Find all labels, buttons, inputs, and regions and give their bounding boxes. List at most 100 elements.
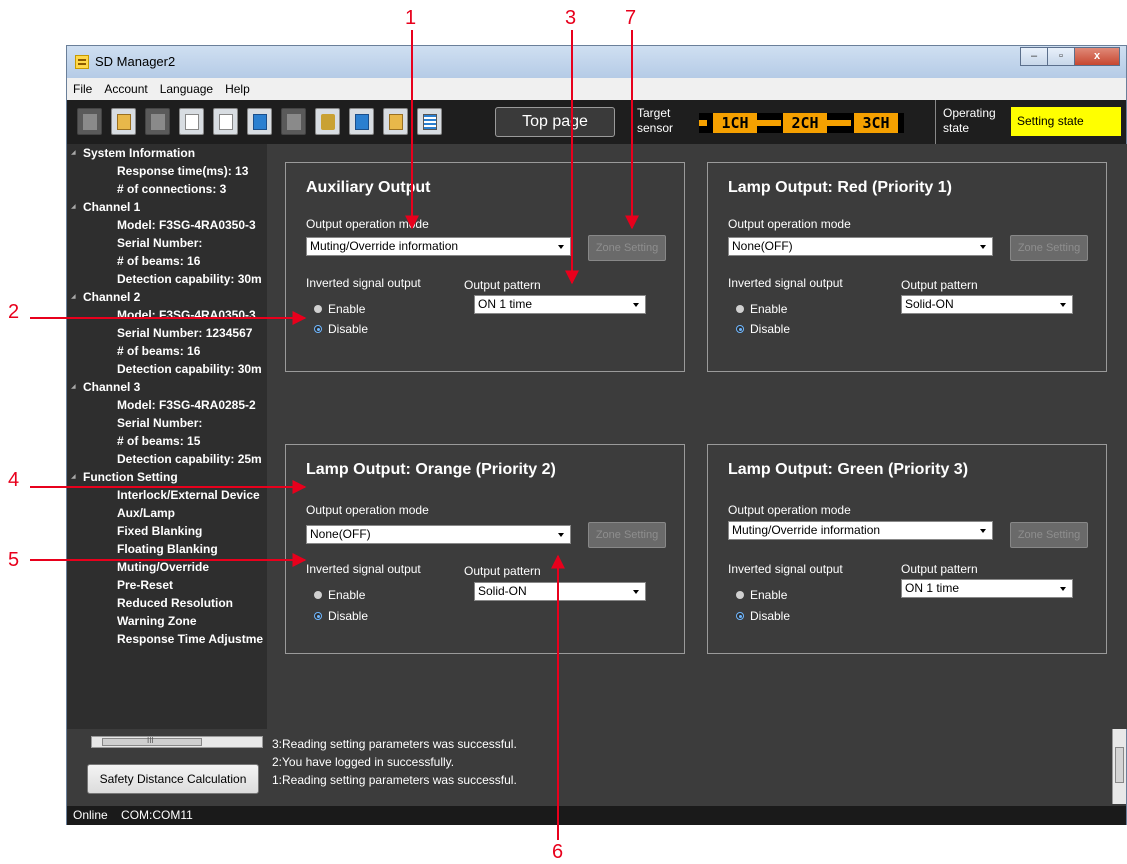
- output-pattern-dropdown[interactable]: Solid-ON: [901, 295, 1073, 314]
- output-pattern-dropdown[interactable]: ON 1 time: [474, 295, 646, 314]
- panel-title: Lamp Output: Green (Priority 3): [728, 461, 969, 478]
- tree-channel-3[interactable]: Channel 3: [67, 378, 140, 396]
- log-line: 2:You have logged in successfully.: [272, 755, 455, 769]
- enable-radio[interactable]: Enable: [736, 588, 787, 602]
- new-file-icon[interactable]: [77, 108, 102, 135]
- top-page-button[interactable]: Top page: [495, 107, 615, 137]
- callout-6: 6: [552, 841, 564, 863]
- inverted-signal-label: Inverted signal output: [728, 276, 843, 290]
- radio-icon: [314, 304, 322, 313]
- disable-radio[interactable]: Disable: [736, 322, 790, 336]
- chevron-down-icon: [633, 590, 639, 594]
- tree-function-item[interactable]: Pre-Reset: [67, 576, 173, 594]
- zone-setting-button[interactable]: Zone Setting: [588, 522, 666, 548]
- maximize-button[interactable]: ▫: [1047, 47, 1075, 66]
- panel-title: Auxiliary Output: [306, 179, 431, 196]
- operating-label-line-2: state: [943, 121, 970, 135]
- open-folder-icon[interactable]: [111, 108, 136, 135]
- save-device-icon[interactable]: [145, 108, 170, 135]
- channel-1ch[interactable]: 1CH: [713, 113, 757, 133]
- mode-dropdown[interactable]: None(OFF): [306, 525, 571, 544]
- sidebar-tree[interactable]: System Information Response time(ms): 13…: [67, 144, 267, 729]
- callout-1: 1: [405, 7, 417, 29]
- tree-channel-2[interactable]: Channel 2: [67, 288, 140, 306]
- tree-function-item[interactable]: Interlock/External Device: [67, 486, 260, 504]
- zone-setting-button[interactable]: Zone Setting: [1010, 522, 1088, 548]
- channel-connector: [699, 120, 707, 126]
- enable-radio[interactable]: Enable: [314, 588, 365, 602]
- list-icon[interactable]: [417, 108, 442, 135]
- save-file-icon[interactable]: [179, 108, 204, 135]
- mode-dropdown[interactable]: Muting/Override information: [728, 521, 993, 540]
- minimize-button[interactable]: –: [1020, 47, 1048, 66]
- tree-item: Serial Number:: [117, 416, 203, 430]
- upload-icon[interactable]: [349, 108, 374, 135]
- zone-setting-button[interactable]: Zone Setting: [588, 235, 666, 261]
- enable-radio[interactable]: Enable: [736, 302, 787, 316]
- safety-distance-calculation-button[interactable]: Safety Distance Calculation: [87, 764, 259, 794]
- tree-function-setting[interactable]: Function Setting: [67, 468, 178, 486]
- tree-function-item[interactable]: Reduced Resolution: [67, 594, 233, 612]
- output-pattern-label: Output pattern: [464, 278, 541, 292]
- mode-dropdown[interactable]: Muting/Override information: [306, 237, 571, 256]
- tree-function-item[interactable]: Floating Blanking: [67, 540, 218, 558]
- disable-label: Disable: [750, 322, 791, 336]
- channel-2ch[interactable]: 2CH: [783, 113, 827, 133]
- title-bar[interactable]: SD Manager2 – ▫ x: [67, 46, 1126, 78]
- mode-dropdown[interactable]: None(OFF): [728, 237, 993, 256]
- channel-3ch[interactable]: 3CH: [854, 113, 898, 133]
- tree-item: Detection capability: 30m: [117, 362, 262, 376]
- tree-function-item[interactable]: Response Time Adjustme: [67, 630, 263, 648]
- mode-value: None(OFF): [310, 527, 371, 541]
- panel-title: Lamp Output: Orange (Priority 2): [306, 461, 556, 478]
- disable-radio[interactable]: Disable: [314, 322, 368, 336]
- tree-item: Serial Number:: [117, 236, 203, 250]
- log-vertical-scrollbar[interactable]: [1112, 729, 1126, 804]
- chevron-down-icon: [633, 303, 639, 307]
- lock-icon[interactable]: [315, 108, 340, 135]
- output-pattern-label: Output pattern: [464, 564, 541, 578]
- menu-help[interactable]: Help: [225, 82, 250, 96]
- status-bar: Online COM:COM11: [67, 806, 1126, 825]
- disable-radio[interactable]: Disable: [314, 609, 368, 623]
- sidebar-horizontal-scrollbar[interactable]: III: [91, 736, 263, 748]
- tree-function-item[interactable]: Fixed Blanking: [67, 522, 202, 540]
- enable-radio[interactable]: Enable: [314, 302, 365, 316]
- app-window: SD Manager2 – ▫ x File Account Language …: [66, 45, 1127, 825]
- panel-lamp-orange: Lamp Output: Orange (Priority 2) Output …: [285, 444, 685, 654]
- pattern-value: ON 1 time: [905, 581, 960, 595]
- radio-icon: [314, 590, 322, 599]
- output-pattern-dropdown[interactable]: ON 1 time: [901, 579, 1073, 598]
- panel-lamp-green: Lamp Output: Green (Priority 3) Output o…: [707, 444, 1107, 654]
- disable-radio[interactable]: Disable: [736, 609, 790, 623]
- mode-label: Output operation mode: [306, 217, 429, 231]
- connect-icon[interactable]: [247, 108, 272, 135]
- tree-system-information[interactable]: System Information: [67, 144, 195, 162]
- mode-label: Output operation mode: [728, 503, 851, 517]
- scrollbar-thumb[interactable]: III: [102, 736, 202, 746]
- tree-function-item[interactable]: Warning Zone: [67, 612, 197, 630]
- tree-item: Serial Number: 1234567: [117, 326, 253, 340]
- menu-account[interactable]: Account: [104, 82, 147, 96]
- log-line: 3:Reading setting parameters was success…: [272, 737, 517, 751]
- menu-language[interactable]: Language: [160, 82, 213, 96]
- print-icon[interactable]: [213, 108, 238, 135]
- target-label-line-2: sensor: [637, 121, 674, 135]
- tree-function-item[interactable]: Muting/Override: [67, 558, 209, 576]
- close-button[interactable]: x: [1074, 47, 1120, 66]
- menu-file[interactable]: File: [73, 82, 92, 96]
- output-pattern-label: Output pattern: [901, 562, 978, 576]
- mode-label: Output operation mode: [306, 503, 429, 517]
- pattern-value: Solid-ON: [478, 584, 527, 598]
- radio-icon: [736, 590, 744, 599]
- chevron-down-icon: [558, 245, 564, 249]
- pattern-value: ON 1 time: [478, 297, 533, 311]
- scrollbar-thumb[interactable]: [1115, 747, 1124, 783]
- tree-channel-1[interactable]: Channel 1: [67, 198, 140, 216]
- tree-function-item[interactable]: Aux/Lamp: [67, 504, 175, 522]
- download-icon[interactable]: [383, 108, 408, 135]
- output-pattern-dropdown[interactable]: Solid-ON: [474, 582, 646, 601]
- radio-selected-icon: [736, 611, 744, 620]
- key-icon[interactable]: [281, 108, 306, 135]
- zone-setting-button[interactable]: Zone Setting: [1010, 235, 1088, 261]
